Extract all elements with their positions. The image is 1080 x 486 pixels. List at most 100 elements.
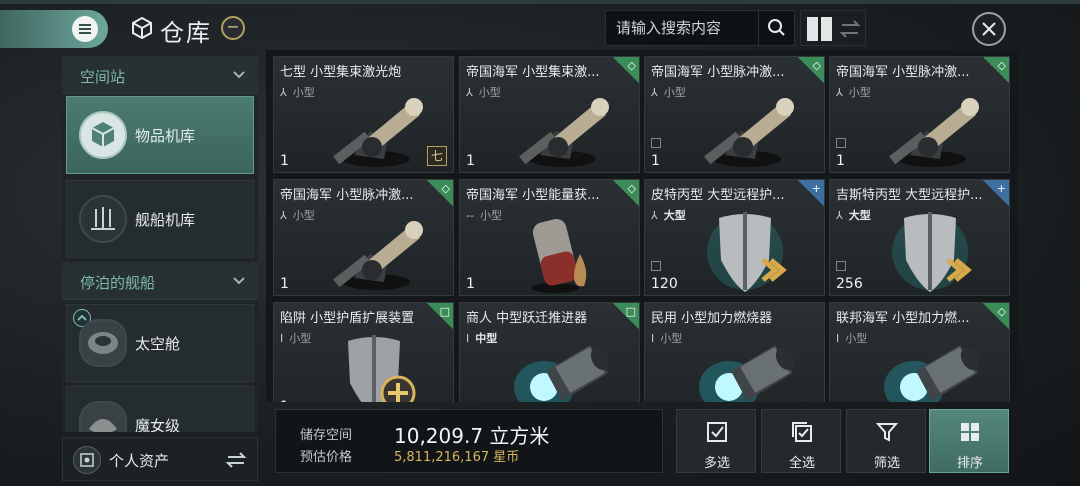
sidebar-item-label: 物品机库 (135, 127, 196, 145)
sidebar-item-ship[interactable]: 魔女级 (66, 386, 254, 432)
ship-dock-icon (79, 195, 127, 243)
item-card[interactable]: 帝国海军 小型脉冲激... ⅄ 小型 1 ◇ (829, 56, 1010, 173)
sort-button[interactable]: 排序 (929, 409, 1009, 473)
tech-corner-icon: ◇ (798, 57, 824, 83)
item-meta-tag-icon (836, 138, 846, 148)
corner-mark: ◇ (997, 305, 1006, 318)
tech-corner-icon: ◇ (613, 180, 639, 206)
multi-select-button[interactable]: 多选 (676, 409, 756, 473)
action-label: 多选 (703, 456, 730, 471)
select-all-icon (792, 422, 812, 442)
item-name: 七型 小型集束激光炮 (280, 65, 402, 80)
turret-icon (324, 85, 434, 172)
upgrade-corner-icon: + (983, 180, 1009, 206)
item-quantity: 1 (280, 153, 289, 169)
swap-view-icon[interactable] (839, 19, 861, 39)
sidebar-item-ship-hangar[interactable]: 舰船机库 (66, 180, 254, 258)
search-input[interactable] (606, 11, 758, 45)
thruster-icon (880, 331, 990, 402)
item-name: 帝国海军 小型能量获... (466, 188, 600, 203)
item-name: 吉斯特丙型 大型远程护... (836, 188, 983, 203)
turret-icon (324, 208, 434, 295)
item-size-label: 小型 (292, 209, 315, 222)
corner-mark: ◇ (627, 59, 636, 72)
battery-icon (510, 208, 620, 295)
grid-view-icon[interactable] (807, 17, 833, 41)
collapse-badge[interactable]: − (221, 16, 245, 40)
tech-corner-icon: ◇ (983, 303, 1009, 329)
item-size: ⅄ 小型 (836, 84, 871, 100)
item-card[interactable]: 吉斯特丙型 大型远程护... ⅄ 大型 256 + (829, 179, 1010, 296)
item-card[interactable]: 帝国海军 小型脉冲激... ⅄ 小型 1 ◇ (273, 179, 454, 296)
estimated-price-value: 5,811,216,167 星币 (394, 450, 520, 465)
tech-corner-icon: ◇ (983, 57, 1009, 83)
item-quantity: 256 (836, 276, 863, 292)
item-size-label: 小型 (845, 332, 868, 345)
item-size-label: 中型 (475, 332, 498, 345)
sidebar-item-capsule[interactable]: 太空舱 (66, 304, 254, 382)
sidebar-item-item-hangar[interactable]: 物品机库 (66, 96, 254, 174)
corner-mark: ◇ (627, 182, 636, 195)
warehouse-cube-icon (132, 16, 152, 40)
item-size-label: 大型 (663, 209, 686, 222)
personal-assets-button[interactable]: 个人资产 (62, 437, 258, 481)
size-class-icon: ⅄ (280, 86, 287, 99)
sidebar: 空间站 物品机库 舰船机库 停泊的舰船 太空舱 魔女级 (62, 52, 258, 432)
size-class-icon: I (836, 332, 840, 345)
tech-corner-icon: □ (613, 303, 639, 329)
page-title: 仓库 (160, 19, 212, 47)
storage-summary: 储存空间 10,209.7 立方米 预估价格 5,811,216,167 星币 (275, 409, 663, 473)
size-class-icon: ⅄ (836, 209, 843, 222)
item-card[interactable]: 帝国海军 小型脉冲激... ⅄ 小型 1 ◇ (644, 56, 825, 173)
corner-mark: + (996, 182, 1006, 195)
item-quantity: 1 (280, 399, 289, 402)
sidebar-item-label: 舰船机库 (135, 211, 196, 229)
section-label: 停泊的舰船 (80, 274, 156, 292)
item-name: 帝国海军 小型集束激... (466, 65, 600, 80)
item-card[interactable]: 帝国海军 小型能量获... -- 小型 1 ◇ (459, 179, 640, 296)
menu-button[interactable] (0, 10, 108, 48)
item-card[interactable]: 陷阱 小型护盾扩展装置 I 小型 1 □ (273, 302, 454, 402)
filter-button[interactable]: 筛选 (846, 409, 926, 473)
section-header-station[interactable]: 空间站 (62, 56, 258, 94)
section-header-docked-ships[interactable]: 停泊的舰船 (62, 262, 258, 300)
shield-icon (880, 208, 990, 295)
item-card[interactable]: 帝国海军 小型集束激... ⅄ 小型 1 ◇ (459, 56, 640, 173)
sort-grid-icon (961, 423, 979, 441)
item-name: 陷阱 小型护盾扩展装置 (280, 311, 415, 326)
action-label: 排序 (956, 456, 983, 471)
item-card[interactable]: 联邦海军 小型加力燃... I 小型 ◇ (829, 302, 1010, 402)
item-size: I 中型 (466, 330, 497, 346)
capsule-icon (79, 319, 127, 367)
turret-icon (695, 85, 805, 172)
select-all-button[interactable]: 全选 (761, 409, 841, 473)
item-card[interactable]: 商人 中型跃迁推进器 I 中型 □ (459, 302, 640, 402)
close-button[interactable] (972, 12, 1006, 46)
section-label: 空间站 (80, 68, 126, 86)
item-card[interactable]: 皮特丙型 大型远程护... ⅄ 大型 120 + (644, 179, 825, 296)
corner-mark: □ (625, 305, 636, 318)
search-button[interactable] (758, 11, 794, 45)
item-size-label: 小型 (292, 86, 315, 99)
cube-icon (79, 111, 127, 159)
item-name: 帝国海军 小型脉冲激... (280, 188, 414, 203)
chevron-down-icon (233, 71, 245, 79)
size-class-icon: ⅄ (466, 86, 473, 99)
item-quantity: 1 (651, 153, 660, 169)
item-card[interactable]: 七型 小型集束激光炮 ⅄ 小型 1 七 (273, 56, 454, 173)
meta-level-badge: 七 (427, 146, 447, 166)
ship-icon (79, 401, 127, 432)
turret-icon (880, 85, 990, 172)
close-icon (982, 22, 996, 36)
item-quantity: 1 (466, 276, 475, 292)
thruster-icon (695, 331, 805, 402)
item-card[interactable]: 民用 小型加力燃烧器 I 小型 (644, 302, 825, 402)
filter-icon (875, 423, 899, 442)
item-size: ⅄ 小型 (280, 84, 315, 100)
item-name: 帝国海军 小型脉冲激... (651, 65, 785, 80)
view-toggle[interactable] (800, 10, 866, 46)
storage-space-label: 储存空间 (300, 428, 353, 443)
chevron-down-icon (233, 277, 245, 285)
item-size-label: 小型 (663, 86, 686, 99)
action-label: 筛选 (873, 456, 900, 471)
